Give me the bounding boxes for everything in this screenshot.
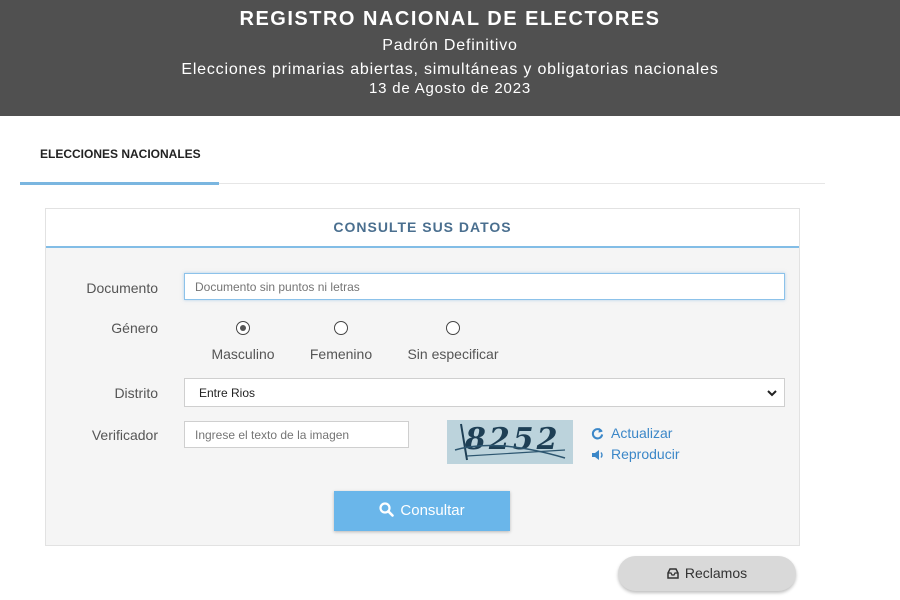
radio-label-masculino: Masculino bbox=[211, 346, 275, 362]
header-title: REGISTRO NACIONAL DE ELECTORES bbox=[239, 8, 661, 30]
panel-header: CONSULTE SUS DATOS bbox=[46, 209, 799, 248]
tab-elecciones-nacionales[interactable]: ELECCIONES NACIONALES bbox=[20, 134, 219, 185]
captcha-noise bbox=[454, 423, 566, 461]
consultar-label: Consultar bbox=[400, 502, 465, 519]
panel-title: CONSULTE SUS DATOS bbox=[333, 219, 512, 235]
refresh-label: Actualizar bbox=[611, 425, 673, 441]
distrito-label: Distrito bbox=[114, 385, 158, 401]
genero-label: Género bbox=[111, 320, 158, 336]
verificador-label: Verificador bbox=[91, 427, 158, 443]
header-description: Elecciones primarias abiertas, simultáne… bbox=[181, 61, 719, 78]
radio-label-sin-especificar: Sin especificar bbox=[407, 346, 499, 362]
documento-label: Documento bbox=[86, 280, 158, 296]
documento-input[interactable] bbox=[184, 273, 785, 300]
radio-circle bbox=[334, 321, 348, 335]
reclamos-label: Reclamos bbox=[684, 565, 748, 581]
speaker-icon bbox=[591, 448, 605, 464]
captcha-image: 8252 bbox=[447, 420, 573, 464]
page-header: REGISTRO NACIONAL DE ELECTORES Padrón De… bbox=[0, 0, 900, 116]
radio-label-femenino: Femenino bbox=[309, 346, 373, 362]
radio-circle-selected bbox=[236, 321, 250, 335]
tab-label: ELECCIONES NACIONALES bbox=[40, 147, 201, 161]
radio-masculino[interactable]: Masculino bbox=[203, 321, 283, 362]
radio-femenino[interactable]: Femenino bbox=[301, 321, 381, 362]
refresh-captcha-link[interactable]: Actualizar bbox=[591, 425, 672, 443]
tab-bar: ELECCIONES NACIONALES bbox=[20, 134, 825, 185]
radio-sin-especificar[interactable]: Sin especificar bbox=[398, 321, 508, 362]
radio-circle bbox=[446, 321, 460, 335]
play-label: Reproducir bbox=[611, 446, 680, 462]
distrito-selected-value: Entre Rios bbox=[199, 386, 256, 400]
distrito-select[interactable]: Entre Rios bbox=[184, 378, 785, 407]
header-subtitle: Padrón Definitivo bbox=[382, 37, 518, 54]
verificador-input[interactable] bbox=[184, 421, 409, 448]
inbox-icon bbox=[667, 566, 679, 582]
consultar-button[interactable]: Consultar bbox=[334, 491, 510, 531]
play-captcha-link[interactable]: Reproducir bbox=[591, 446, 679, 464]
reclamos-button[interactable]: Reclamos bbox=[618, 556, 796, 591]
chevron-down-icon bbox=[766, 385, 778, 406]
search-icon bbox=[379, 502, 395, 521]
tab-active-indicator bbox=[20, 182, 219, 185]
refresh-icon bbox=[591, 427, 605, 443]
header-date: 13 de Agosto de 2023 bbox=[369, 80, 531, 97]
